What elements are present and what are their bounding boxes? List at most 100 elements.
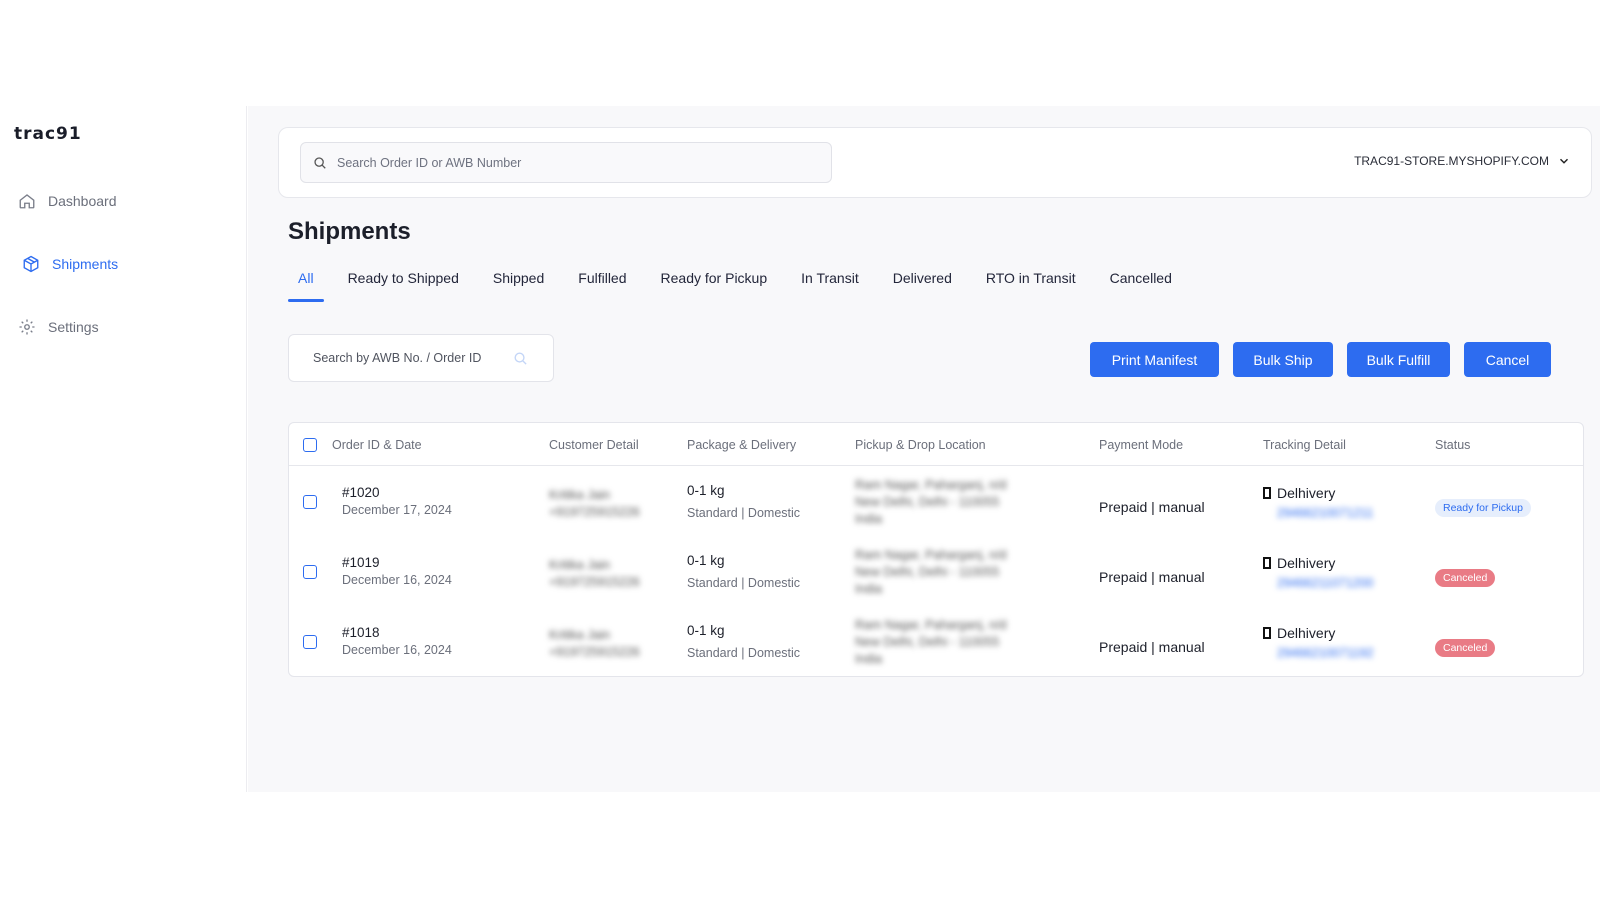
bulk-ship-button[interactable]: Bulk Ship — [1233, 342, 1333, 377]
logo: trac91 — [14, 124, 82, 144]
status-badge: Canceled — [1435, 639, 1496, 657]
cancel-button[interactable]: Cancel — [1464, 342, 1551, 377]
payment-mode: Prepaid | manual — [1099, 569, 1205, 585]
order-id[interactable]: #1019 — [342, 555, 452, 570]
location-line: Ram Nagar, Paharganj, n/d — [855, 618, 1007, 632]
store-selector[interactable]: TRAC91-STORE.MYSHOPIFY.COM — [1354, 154, 1571, 168]
delivery-type: Standard | Domestic — [687, 576, 801, 590]
top-bar: TRAC91-STORE.MYSHOPIFY.COM — [278, 127, 1592, 198]
row-checkbox[interactable] — [303, 495, 317, 509]
order-cell: #1018 December 16, 2024 — [342, 625, 452, 657]
order-id[interactable]: #1018 — [342, 625, 452, 640]
col-location: Pickup & Drop Location — [855, 438, 986, 452]
col-tracking: Tracking Detail — [1263, 438, 1346, 452]
customer-cell: Kritika Jain +919725915226 — [549, 487, 640, 521]
tab-all[interactable]: All — [288, 270, 324, 302]
customer-name: Kritika Jain — [549, 488, 611, 502]
package-weight: 0-1 kg — [687, 623, 725, 638]
sidebar: trac91 Dashboard Shipments Settings — [0, 106, 247, 792]
order-date: December 16, 2024 — [342, 643, 452, 657]
awb-search-input[interactable] — [313, 351, 513, 365]
tab-cancelled[interactable]: Cancelled — [1110, 270, 1172, 302]
location-line: Ram Nagar, Paharganj, n/d — [855, 478, 1007, 492]
chevron-down-icon — [1559, 158, 1569, 164]
order-date: December 16, 2024 — [342, 573, 452, 587]
status-cell: Canceled — [1435, 568, 1496, 587]
table-row[interactable]: #1018 December 16, 2024 Kritika Jain +91… — [289, 613, 1583, 683]
col-package: Package & Delivery — [687, 438, 797, 452]
store-name: TRAC91-STORE.MYSHOPIFY.COM — [1354, 154, 1549, 168]
home-icon — [19, 194, 35, 209]
bulk-fulfill-button[interactable]: Bulk Fulfill — [1347, 342, 1450, 377]
sidebar-item-shipments[interactable]: Shipments — [22, 255, 118, 273]
customer-phone: +919725915226 — [549, 575, 640, 589]
sidebar-item-dashboard[interactable]: Dashboard — [18, 192, 117, 210]
tab-delivered[interactable]: Delivered — [893, 270, 952, 302]
location-cell: Ram Nagar, Paharganj, n/d New Delhi, Del… — [855, 477, 1006, 528]
customer-cell: Kritika Jain +919725915226 — [549, 557, 640, 591]
row-checkbox[interactable] — [303, 565, 317, 579]
status-badge: Canceled — [1435, 569, 1496, 587]
tab-in-transit[interactable]: In Transit — [801, 270, 859, 302]
customer-phone: +919725915226 — [549, 645, 640, 659]
status-cell: Ready for Pickup — [1435, 498, 1531, 517]
location-line: India — [855, 652, 883, 666]
awb-link[interactable]: 29466210071211 — [1277, 505, 1373, 522]
location-line: India — [855, 582, 883, 596]
search-icon[interactable] — [513, 351, 528, 366]
awb-search — [288, 334, 554, 382]
courier: Delhivery — [1263, 625, 1373, 641]
package-cell: 0-1 kg Standard | Domestic — [687, 623, 800, 660]
status-tabs: All Ready to Shipped Shipped Fulfilled R… — [288, 270, 1206, 302]
col-payment: Payment Mode — [1099, 438, 1184, 452]
table-row[interactable]: #1020 December 17, 2024 Kritika Jain +91… — [289, 473, 1583, 543]
search-icon — [314, 156, 326, 169]
tab-rto-in-transit[interactable]: RTO in Transit — [986, 270, 1076, 302]
package-cell: 0-1 kg Standard | Domestic — [687, 483, 800, 520]
package-cell: 0-1 kg Standard | Domestic — [687, 553, 800, 590]
print-manifest-button[interactable]: Print Manifest — [1090, 342, 1219, 377]
col-customer: Customer Detail — [549, 438, 639, 452]
row-checkbox[interactable] — [303, 635, 317, 649]
sidebar-item-label: Settings — [48, 319, 99, 335]
courier: Delhivery — [1263, 485, 1373, 501]
gear-icon — [19, 319, 35, 335]
location-line: New Delhi, Delhi - 110055 — [855, 635, 1000, 649]
package-weight: 0-1 kg — [687, 483, 725, 498]
awb-link[interactable]: 29466210071192 — [1277, 645, 1373, 662]
global-search-input[interactable] — [337, 155, 817, 170]
tracking-cell: Delhivery 29466211071200 — [1263, 555, 1373, 592]
delivery-type: Standard | Domestic — [687, 506, 801, 520]
awb-link[interactable]: 29466211071200 — [1277, 575, 1373, 592]
package-weight: 0-1 kg — [687, 553, 725, 568]
courier-name: Delhivery — [1277, 485, 1336, 501]
page-title: Shipments — [288, 218, 411, 245]
table-row[interactable]: #1019 December 16, 2024 Kritika Jain +91… — [289, 543, 1583, 613]
location-line: New Delhi, Delhi - 110055 — [855, 495, 1000, 509]
sidebar-item-label: Dashboard — [48, 193, 117, 209]
select-all-checkbox[interactable] — [303, 438, 317, 452]
sidebar-item-label: Shipments — [52, 256, 119, 272]
tab-fulfilled[interactable]: Fulfilled — [578, 270, 626, 302]
location-line: India — [855, 512, 883, 526]
location-cell: Ram Nagar, Paharganj, n/d New Delhi, Del… — [855, 547, 1006, 598]
payment-mode: Prepaid | manual — [1099, 639, 1205, 655]
package-icon — [23, 255, 39, 273]
global-search — [300, 142, 832, 183]
courier: Delhivery — [1263, 555, 1373, 571]
tab-ready-for-pickup[interactable]: Ready for Pickup — [661, 270, 768, 302]
app-window: trac91 Dashboard Shipments Settings TRAC… — [0, 106, 1600, 792]
courier-name: Delhivery — [1277, 625, 1336, 641]
col-order: Order ID & Date — [332, 438, 422, 452]
main-content: TRAC91-STORE.MYSHOPIFY.COM Shipments All… — [248, 106, 1600, 792]
tab-shipped[interactable]: Shipped — [493, 270, 544, 302]
customer-name: Kritika Jain — [549, 628, 611, 642]
customer-name: Kritika Jain — [549, 558, 611, 572]
customer-phone: +919725915226 — [549, 505, 640, 519]
courier-name: Delhivery — [1277, 555, 1336, 571]
order-date: December 17, 2024 — [342, 503, 452, 517]
tab-ready-to-shipped[interactable]: Ready to Shipped — [348, 270, 459, 302]
sidebar-item-settings[interactable]: Settings — [18, 318, 99, 336]
status-cell: Canceled — [1435, 638, 1496, 657]
order-id[interactable]: #1020 — [342, 485, 452, 500]
